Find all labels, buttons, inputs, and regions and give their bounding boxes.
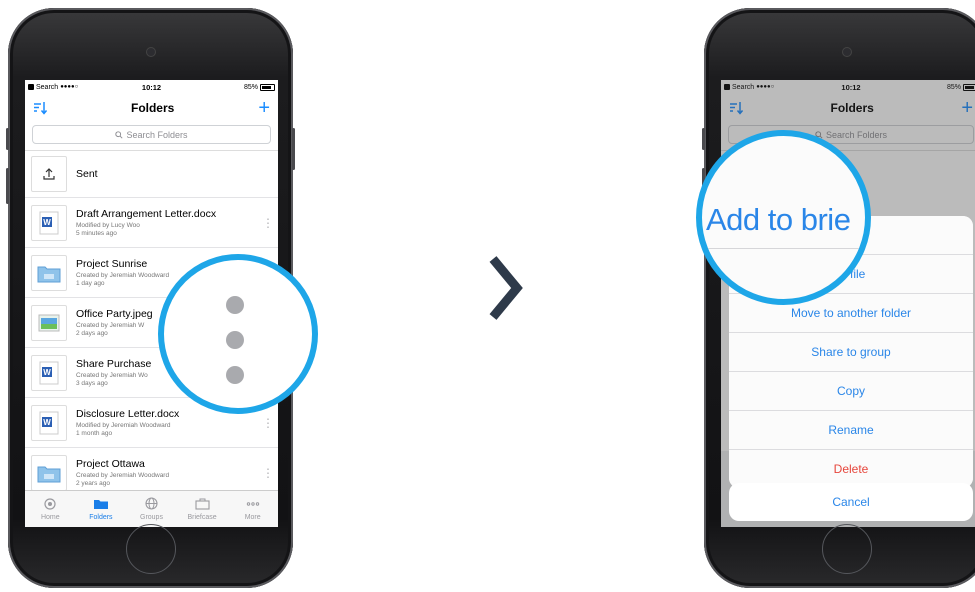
zoom-label: Add to brie <box>706 202 851 237</box>
image-icon <box>31 304 67 341</box>
tab-label: Home <box>40 513 60 521</box>
front-camera <box>146 48 155 56</box>
search-input[interactable]: Search Folders <box>32 125 271 144</box>
cancel-button[interactable]: Cancel <box>729 483 973 521</box>
mute-switch <box>6 128 9 150</box>
tab-label: More <box>244 513 261 521</box>
power-button <box>292 128 295 170</box>
upload-icon <box>31 156 67 192</box>
item-meta: Created by Jeremiah Woodward 2 years ago <box>76 471 170 487</box>
svg-text:W: W <box>43 418 51 427</box>
front-camera <box>842 48 851 56</box>
list-item-sent[interactable]: Sent <box>25 151 278 198</box>
word-doc-icon: W <box>31 404 67 441</box>
zoom-more-options-icon <box>158 254 318 414</box>
chevron-right-icon <box>489 256 523 320</box>
home-button[interactable] <box>821 524 872 574</box>
divider <box>702 248 865 249</box>
status-bar: Search ●●●●○ 10:12 85% <box>25 80 278 94</box>
tab-label: Briefcase <box>187 513 217 521</box>
list-item[interactable]: W Draft Arrangement Letter.docx Modified b… <box>25 198 278 248</box>
svg-text:W: W <box>43 368 51 377</box>
zoom-add-to-briefcase: Add to brie <box>696 130 871 305</box>
nav-bar: Folders + <box>25 94 278 122</box>
word-doc-icon: W <box>31 204 67 241</box>
item-meta: Modified by Jeremiah Woodward 1 month ago <box>76 421 171 437</box>
search-icon <box>115 130 124 139</box>
more-dot <box>226 366 244 384</box>
home-button[interactable] <box>125 524 176 574</box>
tab-home[interactable]: Home <box>25 491 76 527</box>
status-time: 10:12 <box>141 82 162 92</box>
more-icon <box>246 498 260 512</box>
globe-icon <box>145 497 158 512</box>
tab-bar: Home Folders Groups Briefcase More <box>25 490 278 527</box>
more-dot <box>226 296 244 314</box>
briefcase-icon <box>195 498 210 512</box>
search-area: Search Folders <box>25 122 278 151</box>
home-icon <box>43 497 57 512</box>
tab-label: Groups <box>140 514 163 521</box>
sort-icon[interactable] <box>33 101 47 115</box>
action-option[interactable]: Share to group <box>729 333 973 372</box>
page-title: Folders <box>130 101 175 115</box>
battery-icon <box>260 83 275 91</box>
more-options-icon[interactable]: ⋮ <box>262 416 274 430</box>
tab-label: Folders <box>89 513 113 521</box>
tab-more[interactable]: More <box>227 491 278 527</box>
item-meta: Modified by Lucy Woo 5 minutes ago <box>76 221 140 237</box>
word-doc-icon: W <box>31 354 67 391</box>
action-option[interactable]: Copy <box>729 372 973 411</box>
more-options-icon[interactable]: ⋮ <box>262 216 274 230</box>
item-name: Draft Arrangement Letter.docx <box>76 207 217 220</box>
tab-folders[interactable]: Folders <box>76 491 127 527</box>
action-option[interactable]: Rename <box>729 411 973 450</box>
folder-icon <box>31 254 67 291</box>
volume-up-button <box>6 168 9 204</box>
more-options-icon[interactable]: ⋮ <box>262 466 274 480</box>
folder-icon <box>31 454 67 491</box>
add-button[interactable]: + <box>258 98 270 118</box>
tab-groups[interactable]: Groups <box>126 491 177 527</box>
right-phone: Search ●●●●○ 10:12 85% Folders + Search … <box>702 8 975 588</box>
item-name: Project Ottawa <box>76 457 145 470</box>
mute-switch <box>702 128 705 150</box>
svg-text:W: W <box>43 218 51 227</box>
tab-briefcase[interactable]: Briefcase <box>177 491 228 527</box>
more-dot <box>226 331 244 349</box>
search-placeholder: Search Folders <box>126 129 188 140</box>
list-item-label: Sent <box>76 168 98 180</box>
folder-icon <box>93 498 109 512</box>
